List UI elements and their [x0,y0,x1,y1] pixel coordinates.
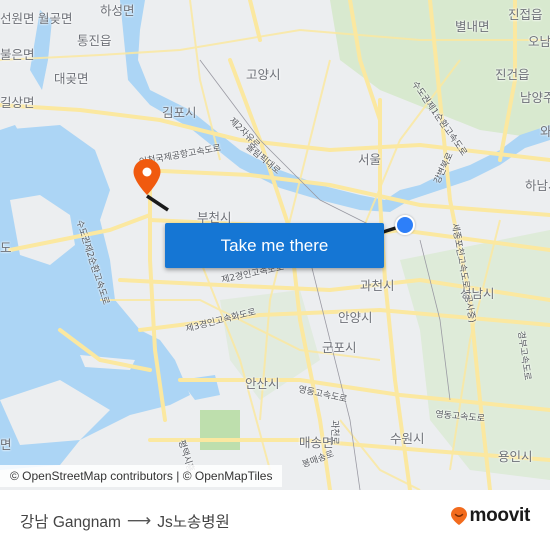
destination-name: Js노송병원 [157,514,230,531]
place-label: 와 [540,124,550,139]
place-label: 용인시 [498,449,533,464]
place-label: 통진읍 [77,33,112,48]
place-label: 별내면 [455,19,490,34]
place-label: 면 [0,437,12,452]
destination-pin-icon[interactable] [132,158,162,196]
place-label: 도 [0,240,12,255]
place-label: 진접읍 [508,7,543,22]
arrow-right-icon: ⟶ [126,511,152,530]
place-label: 안양시 [338,310,373,325]
place-label: 하남시 [525,178,550,193]
place-label: 고양시 [246,67,281,82]
origin-name: 강남 Gangnam [20,514,121,531]
place-label: 과천시 [360,278,395,293]
place-label: 김포시 [162,105,197,120]
place-label: 하성면 [100,3,135,18]
footer-bar: 강남 Gangnam ⟶ Js노송병원 moovit [0,490,550,550]
place-label: 오남 [528,34,550,49]
place-label: 남양주 [520,90,550,105]
place-label: 수원시 [390,431,425,446]
take-me-there-button[interactable]: Take me there [165,223,384,268]
place-label: 선원면 [0,11,35,26]
road-label: 과천로 [329,420,339,445]
place-label: 길상면 [0,95,35,110]
place-label: 월곶면 [38,11,73,26]
origin-location-dot[interactable] [395,215,415,235]
place-label: 불은면 [0,47,35,62]
place-label: 서울 [358,152,382,167]
place-label: 안산시 [245,376,280,391]
place-label: 군포시 [322,340,357,355]
map-attribution[interactable]: © OpenStreetMap contributors | © OpenMap… [0,465,283,487]
moovit-logo[interactable]: moovit [450,505,530,527]
moovit-wordmark: moovit [469,505,531,526]
moovit-pin-icon [450,507,467,525]
place-label: 진건읍 [495,67,530,82]
place-label: 대곶면 [54,71,89,86]
map[interactable]: 하성면별내면 진접읍 선원면 월곶면통진읍 오남불은면고양시 진건읍 대곶면남양주 길상면김포… [0,0,550,490]
route-summary: 강남 Gangnam ⟶ Js노송병원 [20,510,230,532]
